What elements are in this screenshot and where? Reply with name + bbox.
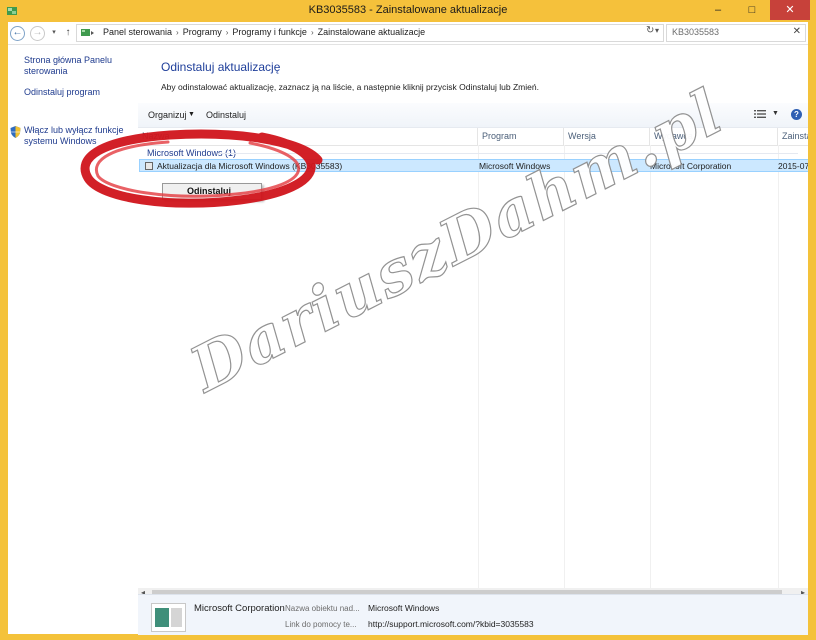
control-panel-home-link[interactable]: Strona główna Panelu sterowania <box>24 55 124 77</box>
details-help-link-value[interactable]: http://support.microsoft.com/?kbid=30355… <box>368 619 534 629</box>
organize-chevron-down-icon[interactable]: ▼ <box>188 111 195 118</box>
breadcrumb-separator-icon[interactable]: › <box>226 28 229 37</box>
search-input-value: KB3035583 <box>672 27 720 37</box>
uac-shield-icon <box>10 126 21 140</box>
column-divider <box>778 145 779 588</box>
refresh-icon[interactable]: ↻ <box>646 25 654 36</box>
forward-arrow-icon[interactable]: → <box>30 26 45 41</box>
column-header-name[interactable]: Nazwa <box>138 128 478 145</box>
details-pane: Microsoft Corporation Nazwa obiektu nad.… <box>138 594 808 635</box>
address-dropdown-chevron-icon[interactable]: ▾ <box>655 26 659 35</box>
help-icon[interactable]: ? <box>791 109 802 120</box>
page-title: Odinstaluj aktualizację <box>161 60 281 74</box>
tasks-sidebar: Strona główna Panelu sterowania Odinstal… <box>8 45 138 605</box>
column-divider <box>650 145 651 588</box>
breadcrumb-item[interactable]: Programy i funkcje <box>232 27 307 37</box>
details-help-link-label: Link do pomocy te... <box>285 620 357 629</box>
minimize-button[interactable]: – <box>704 0 732 20</box>
page-description: Aby odinstalować aktualizację, zaznacz j… <box>161 82 539 92</box>
column-header-program[interactable]: Program <box>478 128 564 145</box>
table-row[interactable]: Aktualizacja dla Microsoft Windows (KB30… <box>139 159 808 172</box>
back-arrow-icon[interactable]: ← <box>10 26 25 41</box>
context-menu-uninstall-item[interactable]: Odinstaluj <box>187 186 231 196</box>
breadcrumb: Panel sterowania › Programy › Programy i fun… <box>103 27 425 37</box>
column-header-installed[interactable]: Zainstalowano <box>778 128 808 145</box>
details-parent-name-label: Nazwa obiektu nad... <box>285 604 360 613</box>
close-button[interactable]: ✕ <box>770 0 810 20</box>
clear-search-icon[interactable]: ✕ <box>793 26 801 37</box>
view-options-chevron-down-icon[interactable]: ▼ <box>772 110 779 117</box>
search-input[interactable]: KB3035583 ✕ <box>666 24 806 42</box>
maximize-button[interactable]: □ <box>738 0 766 20</box>
update-icon <box>145 162 153 170</box>
organize-button[interactable]: Organizuj <box>148 110 187 120</box>
program-thumbnail-icon <box>151 603 186 632</box>
details-parent-name-value: Microsoft Windows <box>368 603 440 613</box>
details-publisher: Microsoft Corporation <box>194 603 285 614</box>
control-panel-location-icon <box>81 28 95 40</box>
breadcrumb-item[interactable]: Panel sterowania <box>103 27 172 37</box>
uninstall-button[interactable]: Odinstaluj <box>206 110 246 120</box>
windows-features-link[interactable]: Włącz lub wyłącz funkcje systemu Windows <box>24 125 128 147</box>
title-bar[interactable]: KB3035583 - Zainstalowane aktualizacje –… <box>0 0 816 22</box>
uninstall-program-link[interactable]: Odinstaluj program <box>24 87 134 98</box>
update-name-cell: Aktualizacja dla Microsoft Windows (KB30… <box>157 161 343 171</box>
address-bar[interactable]: Panel sterowania › Programy › Programy i fun… <box>76 24 664 42</box>
breadcrumb-separator-icon[interactable]: › <box>311 28 314 37</box>
context-menu: Odinstaluj <box>162 183 262 200</box>
navigation-bar: ← → ▾ ↑ Panel sterowania › Programy › Progra… <box>8 22 808 45</box>
up-arrow-icon[interactable]: ↑ <box>60 25 76 41</box>
breadcrumb-item[interactable]: Zainstalowane aktualizacje <box>318 27 426 37</box>
breadcrumb-item[interactable]: Programy <box>183 27 222 37</box>
window-title: KB3035583 - Zainstalowane aktualizacje <box>308 4 508 16</box>
group-divider <box>218 153 798 154</box>
installed-date-cell: 2015-07-1 <box>778 161 808 171</box>
view-options-icon[interactable] <box>754 109 766 121</box>
breadcrumb-separator-icon[interactable]: › <box>176 28 179 37</box>
